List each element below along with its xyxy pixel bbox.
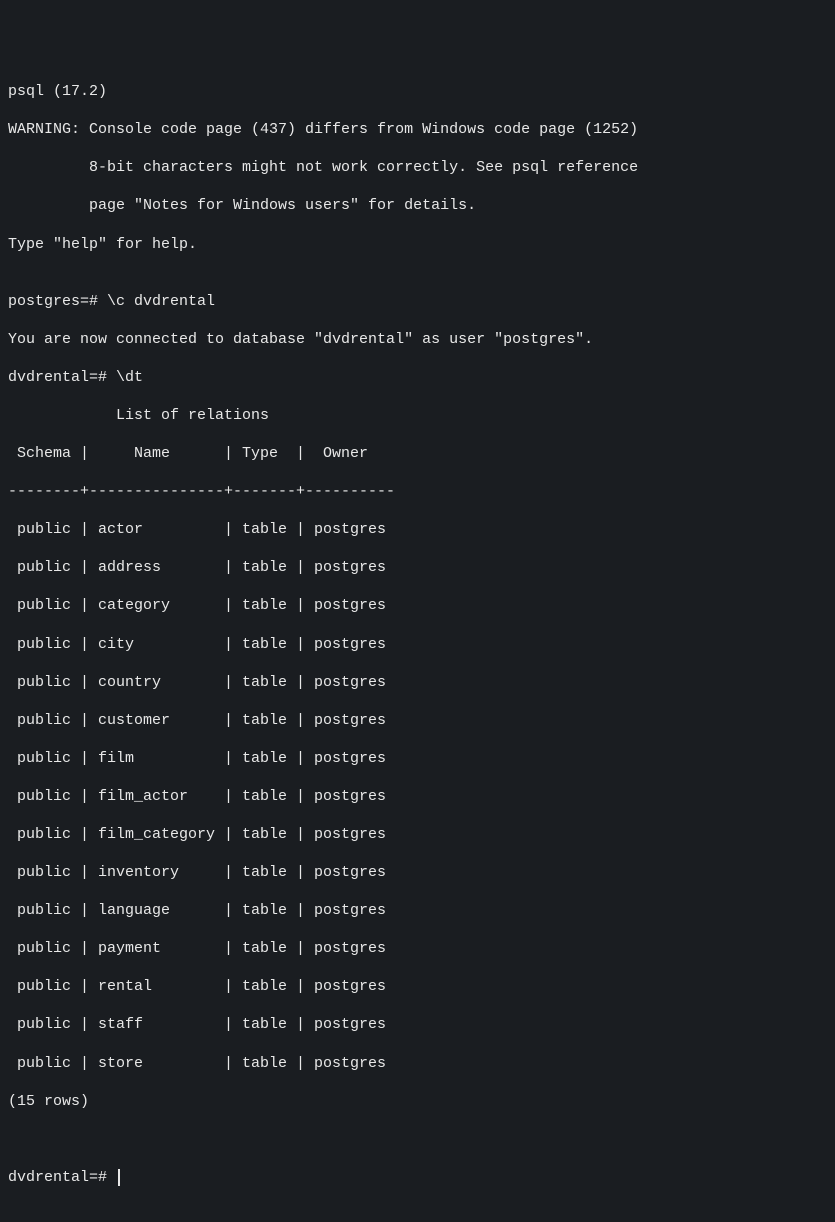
help-hint: Type "help" for help. — [8, 235, 827, 254]
table-row: public | film | table | postgres — [8, 749, 827, 768]
table-row: public | staff | table | postgres — [8, 1015, 827, 1034]
table-row: public | city | table | postgres — [8, 635, 827, 654]
table-row: public | payment | table | postgres — [8, 939, 827, 958]
table-row: public | actor | table | postgres — [8, 520, 827, 539]
table-row: public | store | table | postgres — [8, 1054, 827, 1073]
relations-title: List of relations — [8, 406, 827, 425]
table-row: public | customer | table | postgres — [8, 711, 827, 730]
row-count: (15 rows) — [8, 1092, 827, 1111]
connect-command: postgres=# \c dvdrental — [8, 292, 827, 311]
cursor-icon — [118, 1169, 120, 1186]
warning-line-2: 8-bit characters might not work correctl… — [8, 158, 827, 177]
table-row: public | rental | table | postgres — [8, 977, 827, 996]
psql-version: psql (17.2) — [8, 82, 827, 101]
table-row: public | inventory | table | postgres — [8, 863, 827, 882]
prompt-line[interactable]: dvdrental=# — [8, 1168, 827, 1187]
table-row: public | address | table | postgres — [8, 558, 827, 577]
table-row: public | category | table | postgres — [8, 596, 827, 615]
table-row: public | country | table | postgres — [8, 673, 827, 692]
table-header-row: Schema | Name | Type | Owner — [8, 444, 827, 463]
prompt-text: dvdrental=# — [8, 1169, 116, 1186]
connect-confirmation: You are now connected to database "dvdre… — [8, 330, 827, 349]
table-divider: --------+---------------+-------+-------… — [8, 482, 827, 501]
warning-line-3: page "Notes for Windows users" for detai… — [8, 196, 827, 215]
warning-line-1: WARNING: Console code page (437) differs… — [8, 120, 827, 139]
dt-command: dvdrental=# \dt — [8, 368, 827, 387]
table-row: public | film_actor | table | postgres — [8, 787, 827, 806]
table-row: public | language | table | postgres — [8, 901, 827, 920]
table-row: public | film_category | table | postgre… — [8, 825, 827, 844]
